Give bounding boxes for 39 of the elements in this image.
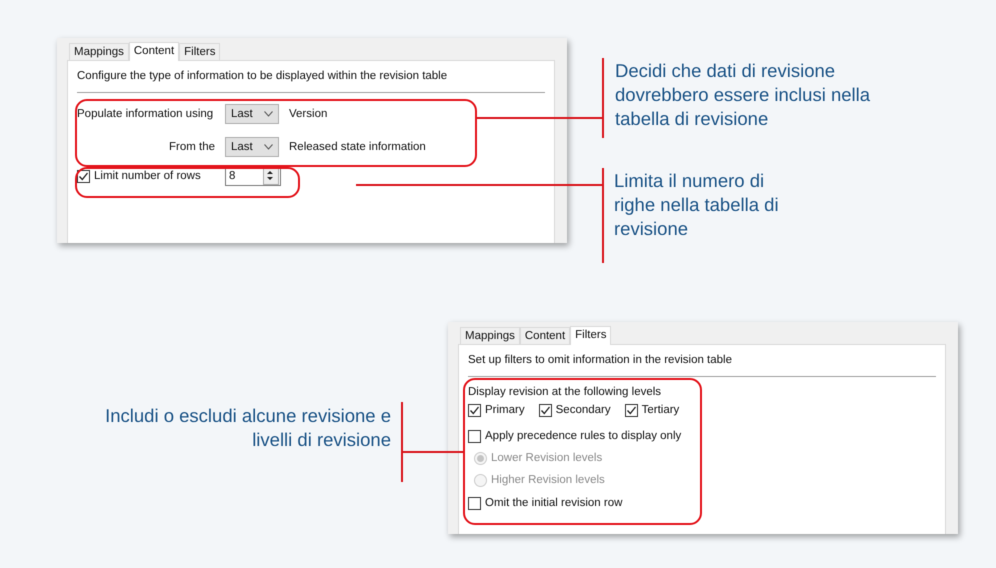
field-label: Released state information (289, 141, 426, 153)
tab[interactable]: Mappings (460, 327, 520, 344)
checkbox-label: Omit the initial revision row (485, 497, 622, 509)
check-icon (540, 404, 551, 416)
checkbox-label: Limit number of rows (94, 170, 201, 182)
section-label: Display revision at the following levels (468, 386, 662, 398)
chevron-down-icon (264, 144, 273, 150)
tab[interactable]: Filters (570, 326, 612, 345)
checkbox-label: Primary (485, 404, 525, 416)
chevron-down-icon (264, 111, 273, 117)
check-icon (469, 404, 480, 416)
check-icon (626, 404, 637, 416)
callout-text: Limita il numero di righe nella tabella di revisione (614, 169, 780, 241)
dropdown[interactable]: Last (225, 137, 279, 157)
checkbox[interactable] (468, 404, 481, 416)
radio-label: Higher Revision levels (491, 474, 605, 486)
callout-text: Decidi che dati di revisione dovrebbero essere inclusi nella tabella di revisione (615, 59, 872, 131)
field-label: From the (168, 141, 216, 153)
radio-dot-icon (477, 454, 484, 462)
tab[interactable]: Filters (179, 43, 220, 60)
check-icon (78, 170, 89, 182)
checkbox[interactable] (468, 430, 481, 442)
checkbox[interactable] (468, 496, 481, 510)
description-text: Configure the type of information to be displayed within the revision table (77, 69, 448, 83)
checkbox-label: Secondary (556, 404, 611, 416)
checkbox[interactable] (538, 404, 552, 416)
field-label: Version (289, 108, 328, 120)
radio-label: Lower Revision levels (491, 452, 602, 464)
callout-text: Includi o escludi alcune revisione e livelli di revisione (104, 404, 391, 452)
tab[interactable]: Mappings (69, 43, 129, 60)
checkbox-label: Apply precedence rules to display only (485, 430, 682, 442)
checkbox[interactable] (624, 404, 638, 416)
checkbox[interactable] (77, 170, 90, 182)
dropdown[interactable]: Last (225, 104, 279, 124)
tab[interactable]: Content (520, 327, 570, 344)
checkbox-label: Tertiary (642, 404, 680, 416)
field-label: Populate information using (77, 108, 214, 120)
tab[interactable]: Content (128, 42, 180, 61)
description-text: Set up filters to omit information in the revision table (468, 353, 733, 367)
